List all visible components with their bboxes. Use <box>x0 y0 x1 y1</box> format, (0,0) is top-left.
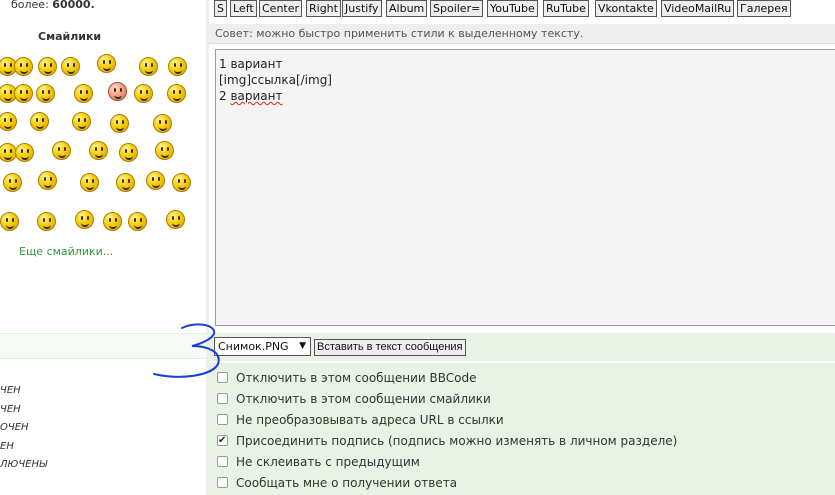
smiley-icon[interactable] <box>119 143 138 162</box>
smiley-icon[interactable] <box>110 114 129 133</box>
smilies-title: Смайлики <box>38 30 102 43</box>
smiley-icon[interactable] <box>89 141 108 160</box>
bbcode-vkontakte-button[interactable]: Vkontakte <box>595 0 657 17</box>
smiley-icon[interactable] <box>15 143 34 162</box>
bbcode-center-button[interactable]: Center <box>259 0 303 17</box>
smiley-icon[interactable] <box>36 84 55 103</box>
smiley-icon[interactable] <box>61 57 80 76</box>
smiley-icon[interactable] <box>74 84 93 103</box>
checkbox[interactable] <box>217 456 228 467</box>
smiley-icon[interactable] <box>14 84 33 103</box>
status-item: ЧЕН <box>0 403 21 415</box>
smiley-icon[interactable] <box>38 171 57 190</box>
message-limit-text: более: 60000. <box>11 0 95 11</box>
smiley-icon[interactable] <box>139 57 158 76</box>
option-label: Не преобразовывать адреса URL в ссылки <box>236 413 504 427</box>
message-textarea[interactable]: 1 вариант [img]ссылка[/img] 2 вариант <box>215 49 835 326</box>
smiley-icon[interactable] <box>3 173 22 192</box>
insert-into-message-button[interactable]: Вставить в текст сообщения <box>314 339 466 356</box>
status-item: ЧЕН <box>0 385 21 396</box>
smiley-icon[interactable] <box>153 114 172 133</box>
smiley-icon[interactable] <box>75 210 94 229</box>
misspelled-word: вариант <box>230 89 283 103</box>
left-status-list: ЧЕН ЧЕН ОЧЕН ЕН ЛЮЧЕНЫ <box>0 382 47 475</box>
editor-line: [img]ссылка[/img] <box>219 73 332 87</box>
limit-prefix: более: <box>11 0 49 11</box>
smiley-icon[interactable] <box>168 57 187 76</box>
smiley-icon[interactable] <box>30 112 49 131</box>
smiley-icon[interactable] <box>52 141 71 160</box>
option-label: Присоединить подпись (подпись можно изме… <box>236 434 678 448</box>
option-label: Сообщать мне о получении ответа <box>236 476 458 490</box>
status-item: ЛЮЧЕНЫ <box>0 459 48 470</box>
checkbox[interactable] <box>217 393 228 404</box>
more-smilies-link[interactable]: Еще смайлики... <box>19 245 113 258</box>
option-label: Не склеивать с предыдущим <box>236 455 420 469</box>
smiley-icon[interactable] <box>167 84 186 103</box>
smiley-icon[interactable] <box>172 173 191 192</box>
smiley-icon[interactable] <box>146 171 165 190</box>
checkbox[interactable] <box>217 477 228 488</box>
bbcode-justify-button[interactable]: Justify <box>342 0 382 17</box>
editor-line: 2 вариант <box>219 88 833 104</box>
status-item: ОЧЕН <box>0 422 29 433</box>
bbcode-s-button[interactable]: S <box>214 0 227 17</box>
smiley-icon[interactable] <box>0 112 17 131</box>
bbcode-videomailru-button[interactable]: VideoMailRu <box>661 0 735 17</box>
bbcode-gallery-button[interactable]: Галерея <box>737 0 791 17</box>
smiley-icon[interactable] <box>80 173 99 192</box>
smiley-icon[interactable] <box>72 112 91 131</box>
bbcode-right-button[interactable]: Right <box>306 0 341 17</box>
bbcode-left-button[interactable]: Left <box>230 0 257 17</box>
checkbox[interactable] <box>217 414 228 425</box>
smiley-icon[interactable] <box>116 173 135 192</box>
left-panel: более: 60000. Смайлики Еще смайлики... Ч… <box>0 0 209 495</box>
smiley-icon[interactable] <box>0 212 19 231</box>
bbcode-youtube-button[interactable]: YouTube <box>487 0 538 17</box>
smiley-icon[interactable] <box>37 212 56 231</box>
bbcode-toolbar: S Left Center Right Justify Album Spoile… <box>209 0 835 22</box>
smiley-icon[interactable] <box>155 141 174 160</box>
smiley-icon[interactable] <box>108 82 127 101</box>
smiley-icon[interactable] <box>38 57 57 76</box>
smiley-icon[interactable] <box>166 210 185 229</box>
smiley-icon[interactable] <box>103 212 122 231</box>
bbcode-rutube-button[interactable]: RuTube <box>543 0 589 17</box>
smiley-icon[interactable] <box>134 84 153 103</box>
editor-line: 1 вариант <box>219 57 283 71</box>
option-label: Отключить в этом сообщении смайлики <box>236 392 491 406</box>
bbcode-spoiler-button[interactable]: Spoiler= <box>430 0 484 17</box>
smiley-icon[interactable] <box>14 57 33 76</box>
smiley-icon[interactable] <box>128 212 147 231</box>
smiley-icon[interactable] <box>97 54 116 73</box>
smilies-grid <box>0 52 205 237</box>
toolbar-hint: Совет: можно быстро применить стили к вы… <box>209 24 835 44</box>
editor-text: 2 <box>219 89 231 103</box>
handwritten-three-annotation <box>153 323 220 378</box>
attachment-row: Снимок.PNG ▼ Вставить в текст сообщения <box>209 333 835 361</box>
option-label: Отключить в этом сообщении BBCode <box>236 371 477 385</box>
dropdown-arrow-icon: ▼ <box>299 341 306 351</box>
limit-value: 60000. <box>52 0 95 11</box>
status-item: ЕН <box>0 440 14 452</box>
post-options: Отключить в этом сообщении BBCode Отключ… <box>209 363 835 495</box>
bbcode-album-button[interactable]: Album <box>386 0 428 17</box>
checkbox-checked[interactable] <box>217 432 228 450</box>
